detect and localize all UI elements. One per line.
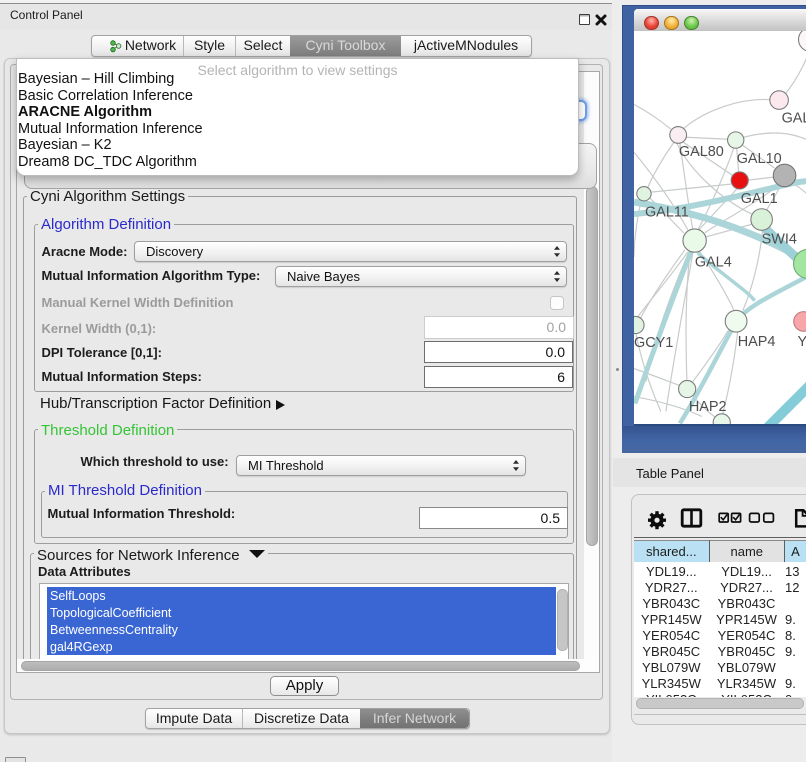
svg-text:GAL10: GAL10 xyxy=(736,151,781,167)
svg-text:GCY1: GCY1 xyxy=(634,335,673,351)
svg-text:HAP2: HAP2 xyxy=(688,399,726,415)
svg-text:HAP4: HAP4 xyxy=(737,334,775,350)
svg-text:GAL80: GAL80 xyxy=(678,144,723,160)
svg-text:GAL4: GAL4 xyxy=(694,254,731,270)
svg-text:GAL1: GAL1 xyxy=(740,191,777,207)
svg-text:GAL11: GAL11 xyxy=(644,205,688,221)
svg-text:Y: Y xyxy=(797,334,806,350)
svg-text:GAL: GAL xyxy=(781,110,806,126)
svg-text:SWI4: SWI4 xyxy=(761,231,796,247)
